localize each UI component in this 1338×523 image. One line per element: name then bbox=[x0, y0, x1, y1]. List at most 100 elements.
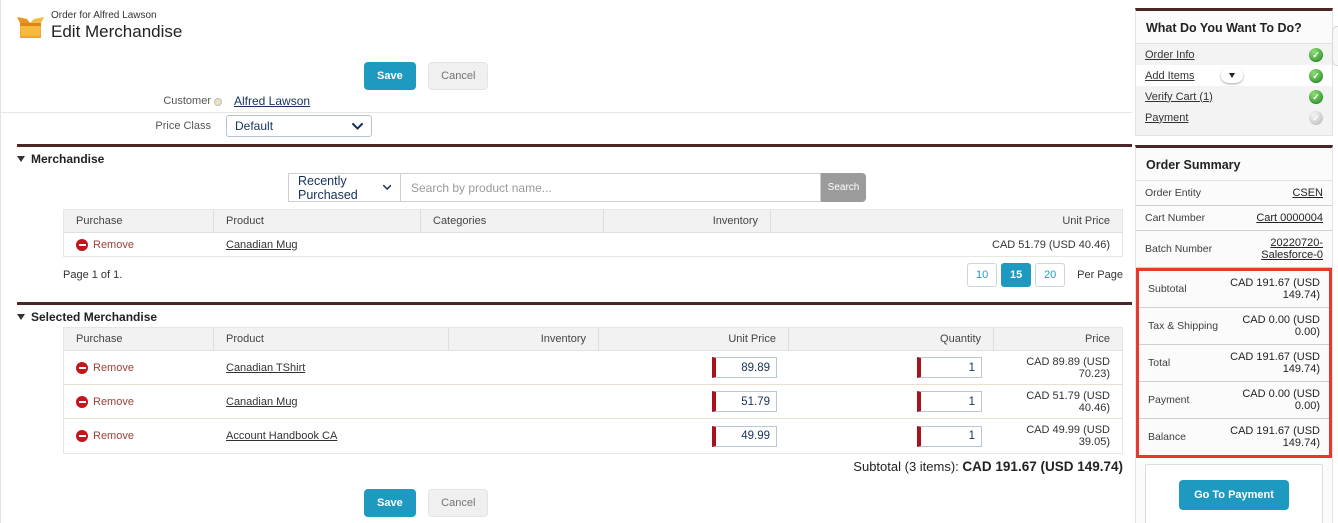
go-to-payment-button[interactable]: Go To Payment bbox=[1179, 480, 1289, 510]
pagination-row: Page 1 of 1. 10 15 20 Per Page bbox=[63, 263, 1123, 287]
minus-circle-icon bbox=[76, 396, 88, 408]
price-class-value: Default bbox=[235, 119, 273, 133]
divider bbox=[1, 112, 1132, 113]
product-search-bar: Recently Purchased Search bbox=[288, 173, 866, 202]
sidebar-item-payment: Payment bbox=[1136, 107, 1332, 128]
page-info: Page 1 of 1. bbox=[63, 269, 122, 281]
cancel-button[interactable]: Cancel bbox=[428, 62, 488, 90]
inventory-cell bbox=[449, 432, 599, 440]
summary-total-row: Subtotal CAD 191.67 (USD 149.74) bbox=[1139, 271, 1329, 308]
main-content: Order for Alfred Lawson Edit Merchandise… bbox=[1, 0, 1132, 523]
price-cell: CAD 89.89 (USD 70.23) bbox=[994, 352, 1122, 384]
total-value: CAD 191.67 (USD 149.74) bbox=[1218, 351, 1320, 375]
table-row: Remove Canadian Mug CAD 51.79 (USD 40.46… bbox=[64, 385, 1122, 419]
title-text-group: Order for Alfred Lawson Edit Merchandise bbox=[51, 10, 182, 42]
go-to-payment-box: Go To Payment bbox=[1145, 464, 1323, 523]
annotation-highlight-box: Subtotal CAD 191.67 (USD 149.74) Tax & S… bbox=[1136, 268, 1332, 458]
save-button[interactable]: Save bbox=[364, 62, 416, 90]
sidebar: What Do You Want To Do? Order Info Add I… bbox=[1135, 8, 1333, 523]
table-row: Remove Canadian TShirt CAD 89.89 (USD 70… bbox=[64, 351, 1122, 385]
subtotal-value: CAD 191.67 (USD 149.74) bbox=[962, 459, 1123, 474]
per-page-10-button[interactable]: 10 bbox=[967, 263, 997, 287]
unit-price-input[interactable] bbox=[712, 391, 777, 412]
sidebar-item-add-items: Add Items bbox=[1136, 65, 1332, 86]
col-purchase: Purchase bbox=[64, 328, 214, 350]
summary-total-row: Balance CAD 191.67 (USD 149.74) bbox=[1139, 419, 1329, 455]
subtotal-value: CAD 191.67 (USD 149.74) bbox=[1218, 277, 1320, 301]
product-link[interactable]: Canadian Mug bbox=[226, 396, 298, 408]
balance-label: Balance bbox=[1148, 431, 1186, 443]
col-product: Product bbox=[214, 210, 421, 232]
remove-link[interactable]: Remove bbox=[76, 430, 202, 442]
search-filter-value: Recently Purchased bbox=[298, 174, 383, 202]
order-summary-title: Order Summary bbox=[1136, 148, 1332, 181]
search-filter-select[interactable]: Recently Purchased bbox=[288, 173, 401, 202]
product-link[interactable]: Canadian Mug bbox=[226, 239, 298, 251]
inventory-cell bbox=[449, 398, 599, 406]
col-categories: Categories bbox=[421, 210, 604, 232]
per-page-15-button[interactable]: 15 bbox=[1001, 263, 1031, 287]
batch-number-link[interactable]: 20220720-Salesforce-0 bbox=[1221, 237, 1323, 261]
unit-price-input[interactable] bbox=[712, 357, 777, 378]
save-button[interactable]: Save bbox=[364, 489, 416, 517]
quantity-input[interactable] bbox=[917, 426, 982, 447]
order-entity-link[interactable]: CSEN bbox=[1292, 187, 1323, 199]
remove-link[interactable]: Remove bbox=[76, 396, 202, 408]
per-page-label: Per Page bbox=[1077, 269, 1123, 281]
sidebar-item-verify-cart: Verify Cart (1) bbox=[1136, 86, 1332, 107]
order-entity-label: Order Entity bbox=[1145, 187, 1201, 199]
order-context: Order for Alfred Lawson bbox=[51, 10, 182, 21]
table-row: Remove Canadian Mug CAD 51.79 (USD 40.46… bbox=[64, 233, 1122, 256]
product-search-input[interactable] bbox=[401, 173, 821, 202]
selected-merchandise-section-title: Selected Merchandise bbox=[31, 310, 157, 324]
merchandise-section-title: Merchandise bbox=[31, 152, 104, 166]
per-page-controls: 10 15 20 Per Page bbox=[963, 263, 1123, 287]
collapse-icon[interactable] bbox=[17, 314, 25, 320]
table-row: Remove Account Handbook CA CAD 49.99 (US… bbox=[64, 419, 1122, 453]
collapse-icon[interactable] bbox=[17, 156, 25, 162]
product-link[interactable]: Account Handbook CA bbox=[226, 430, 337, 442]
sidebar-item-order-info: Order Info bbox=[1136, 44, 1332, 65]
unit-price-input[interactable] bbox=[712, 426, 777, 447]
quantity-input[interactable] bbox=[917, 391, 982, 412]
payment-label: Payment bbox=[1148, 394, 1189, 406]
price-class-label: Price Class bbox=[1, 120, 211, 132]
cancel-button[interactable]: Cancel bbox=[428, 489, 488, 517]
sidebar-collapse-handle[interactable] bbox=[1332, 26, 1338, 66]
col-unit-price: Unit Price bbox=[599, 328, 789, 350]
page-title-block: Order for Alfred Lawson Edit Merchandise bbox=[17, 10, 182, 42]
merchandise-box-icon bbox=[17, 14, 44, 40]
add-items-link[interactable]: Add Items bbox=[1145, 70, 1195, 82]
minus-circle-icon bbox=[76, 430, 88, 442]
selected-merchandise-section-header: Selected Merchandise bbox=[17, 302, 1132, 324]
minus-circle-icon bbox=[76, 362, 88, 374]
customer-link[interactable]: Alfred Lawson bbox=[234, 94, 310, 108]
col-purchase: Purchase bbox=[64, 210, 214, 232]
order-info-link[interactable]: Order Info bbox=[1145, 49, 1195, 61]
payment-link[interactable]: Payment bbox=[1145, 112, 1188, 124]
green-check-icon bbox=[1309, 48, 1323, 62]
summary-total-row: Total CAD 191.67 (USD 149.74) bbox=[1139, 345, 1329, 382]
order-summary-panel: Order Summary Order Entity CSEN Cart Num… bbox=[1135, 145, 1333, 523]
add-items-caret-button[interactable] bbox=[1221, 68, 1243, 83]
categories-cell bbox=[421, 241, 604, 249]
summary-field-row: Order Entity CSEN bbox=[1136, 181, 1332, 206]
per-page-20-button[interactable]: 20 bbox=[1035, 263, 1065, 287]
merchandise-section-header: Merchandise bbox=[17, 144, 1132, 166]
customer-row: Customer Alfred Lawson bbox=[1, 94, 801, 108]
product-link[interactable]: Canadian TShirt bbox=[226, 362, 305, 374]
col-inventory: Inventory bbox=[604, 210, 771, 232]
quantity-input[interactable] bbox=[917, 357, 982, 378]
cart-number-link[interactable]: Cart 0000004 bbox=[1256, 212, 1323, 224]
price-class-select[interactable]: Default bbox=[226, 115, 372, 137]
summary-field-row: Batch Number 20220720-Salesforce-0 bbox=[1136, 231, 1332, 268]
col-product: Product bbox=[214, 328, 449, 350]
search-button[interactable]: Search bbox=[821, 173, 866, 202]
remove-link[interactable]: Remove bbox=[76, 239, 202, 251]
green-check-icon bbox=[1309, 90, 1323, 104]
batch-number-label: Batch Number bbox=[1145, 243, 1212, 255]
summary-total-row: Payment CAD 0.00 (USD 0.00) bbox=[1139, 382, 1329, 419]
verify-cart-link[interactable]: Verify Cart (1) bbox=[1145, 91, 1213, 103]
remove-link[interactable]: Remove bbox=[76, 362, 202, 374]
selected-merchandise-table: Purchase Product Inventory Unit Price Qu… bbox=[63, 327, 1123, 454]
